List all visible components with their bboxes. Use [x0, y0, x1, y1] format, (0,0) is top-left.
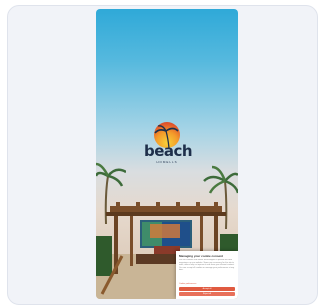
logo-subtitle: HOMELLS	[156, 160, 178, 164]
cookie-text: We use cookies and similar technologies …	[179, 259, 235, 272]
cookie-preferences-link[interactable]: Cookie preferences	[179, 283, 235, 286]
reject-cookies-button[interactable]: Reject all	[179, 292, 235, 296]
cookie-consent-banner: Managing your cookie consent We use cook…	[176, 251, 238, 299]
accept-cookies-button[interactable]: Accept all	[179, 287, 235, 291]
website-preview[interactable]: beach HOMELLS Managing your cookie conse…	[96, 9, 238, 299]
cookie-title: Managing your cookie consent	[179, 254, 224, 258]
beach-logo[interactable]: beach HOMELLS	[144, 122, 193, 172]
logo-wordmark: beach	[144, 142, 193, 160]
